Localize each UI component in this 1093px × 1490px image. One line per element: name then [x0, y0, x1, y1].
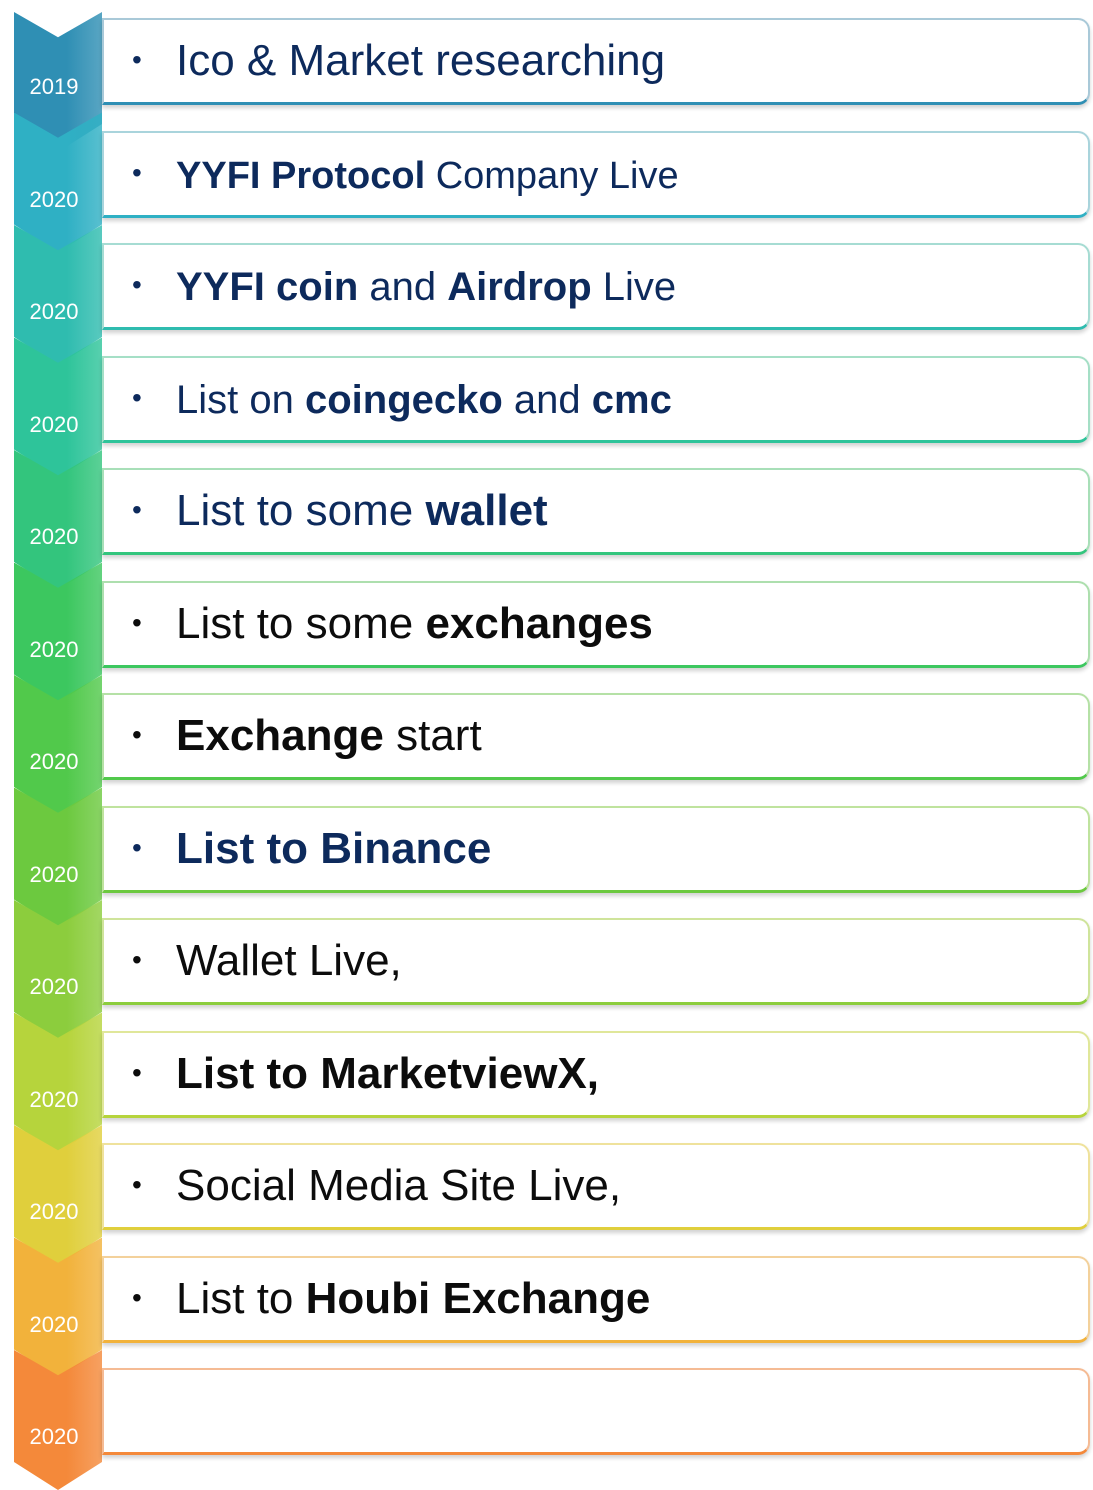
year-label: 2020: [29, 749, 79, 774]
milestone-card: • List to some wallet: [102, 468, 1090, 555]
milestone-text-segment: and: [502, 377, 592, 422]
timeline-step: • Social Media Site Live, 2020: [0, 1125, 1093, 1265]
milestone-text-segment: start: [383, 711, 482, 760]
bullet-icon: •: [132, 156, 142, 188]
milestone-text-segment: Company Live: [425, 154, 679, 197]
milestone-text-segment: List to: [176, 1273, 306, 1323]
year-label: 2020: [29, 1199, 79, 1224]
chevron-arrow: [14, 1125, 102, 1265]
bullet-icon: •: [132, 719, 142, 750]
milestone-card: • YYFI coin and Airdrop Live: [102, 243, 1090, 330]
milestone-card: • YYFI Protocol Company Live: [102, 130, 1090, 218]
timeline-step: • List to Binance 2020: [0, 787, 1093, 928]
milestone-text-bold: Exchange: [176, 711, 384, 760]
bullet-icon: •: [132, 1056, 142, 1088]
milestone-card: • Exchange start: [102, 693, 1090, 780]
bullet-icon: •: [132, 381, 142, 413]
milestone-text: • YYFI Protocol Company Live: [132, 149, 679, 200]
milestone-text-bold: List to MarketviewX,: [176, 1048, 600, 1098]
milestone-text-segment: Wallet Live,: [176, 936, 402, 985]
roadmap-timeline: • Ico & Market researching 2019 • YYFI Proto…: [0, 0, 1093, 1490]
milestone-text-bold: Airdrop: [447, 265, 592, 309]
bullet-icon: •: [132, 944, 142, 975]
milestone-text: • Wallet Live,: [132, 936, 402, 985]
milestone-text-bold: exchanges: [425, 598, 653, 648]
milestone-card: • List to Houbi Exchange: [102, 1255, 1090, 1343]
milestone-text-bold: cmc: [591, 377, 672, 422]
milestone-card: • List to Binance: [102, 805, 1090, 893]
milestone-text: • List to some wallet: [132, 486, 548, 535]
milestone-text: • List to Binance: [132, 824, 491, 873]
timeline-step: • List to some wallet 2020: [0, 450, 1093, 590]
milestone-text: • List to some exchanges: [132, 599, 653, 648]
year-label: 2020: [29, 299, 79, 324]
year-label: 2020: [29, 186, 79, 212]
chevron-arrow: [14, 450, 102, 590]
timeline-step: • List to Houbi Exchange 2020: [0, 1237, 1093, 1378]
milestone-text-bold: YYFI Protocol: [176, 154, 426, 197]
bullet-icon: •: [132, 269, 142, 300]
milestone-card: • Social Media Site Live,: [102, 1143, 1090, 1230]
bullet-icon: •: [132, 606, 142, 638]
year-label: 2020: [29, 1086, 79, 1112]
chevron-arrow: [14, 787, 102, 928]
milestone-text-bold: Houbi Exchange: [305, 1273, 651, 1323]
milestone-text-bold: List to Binance: [176, 823, 492, 873]
milestone-text-bold: YYFI coin: [176, 265, 359, 309]
milestone-card: • Ico & Market researching: [102, 18, 1090, 105]
milestone-text: • Ico & Market researching: [132, 36, 665, 85]
milestone-text-segment: and: [358, 265, 448, 309]
chevron-arrow: [14, 1237, 102, 1378]
year-label: 2020: [29, 861, 79, 887]
timeline-step: • Exchange start 2020: [0, 675, 1093, 815]
bullet-icon: •: [132, 831, 142, 863]
chevron-arrow: [14, 225, 102, 365]
milestone-text: • Exchange start: [132, 711, 482, 760]
year-label: 2020: [29, 974, 79, 999]
milestone-text: • YYFI coin and Airdrop Live: [132, 261, 676, 311]
milestone-text-segment: Ico & Market researching: [176, 36, 666, 85]
milestone-text: • List to MarketviewX,: [132, 1049, 599, 1098]
year-label: 2019: [29, 74, 79, 99]
milestone-text-segment: Live: [591, 265, 677, 309]
timeline-step: • YYFI coin and Airdrop Live 2020: [0, 225, 1093, 365]
timeline-step: • Wallet Live, 2020: [0, 900, 1093, 1040]
milestone-text-segment: Social Media Site Live,: [176, 1161, 622, 1210]
timeline-step: • List to MarketviewX, 2020: [0, 1012, 1093, 1153]
milestone-text-bold: wallet: [425, 486, 548, 535]
timeline-step: • List to some exchanges 2020: [0, 562, 1093, 703]
bullet-icon: •: [132, 1281, 142, 1313]
milestone-card: • List to MarketviewX,: [102, 1030, 1090, 1118]
milestone-text-segment: List on: [176, 377, 305, 422]
chevron-arrow: [14, 1350, 102, 1490]
chevron-arrow: [14, 112, 102, 253]
milestone-text-segment: List to some: [176, 486, 426, 535]
milestone-card: [102, 1368, 1090, 1455]
milestone-text-bold: coingecko: [304, 377, 503, 422]
year-label: 2020: [29, 524, 79, 549]
year-label: 2020: [29, 411, 79, 437]
chevron-arrow: [14, 900, 102, 1040]
year-label: 2020: [29, 1311, 79, 1337]
year-label: 2020: [29, 1424, 79, 1449]
timeline-step: • Ico & Market researching 2019: [0, 12, 1093, 152]
milestone-text: • List to Houbi Exchange: [132, 1274, 650, 1323]
bullet-icon: •: [132, 494, 142, 525]
milestone-text-segment: List to some: [176, 598, 426, 648]
bullet-icon: •: [132, 44, 142, 75]
milestone-card: • List on coingecko and cmc: [102, 355, 1090, 443]
timeline-step: • List on coingecko and cmc 2020: [0, 337, 1093, 478]
chevron-arrow: [14, 1012, 102, 1153]
chevron-arrow: [14, 562, 102, 703]
year-label: 2020: [29, 636, 79, 662]
milestone-text: • List on coingecko and cmc: [132, 374, 672, 424]
milestone-card: • List to some exchanges: [102, 580, 1090, 668]
milestone-card: • Wallet Live,: [102, 918, 1090, 1005]
bullet-icon: •: [132, 1169, 142, 1200]
timeline-step: 2020: [0, 1350, 1093, 1490]
chevron-arrow: [14, 675, 102, 815]
chevron-arrow: [14, 337, 102, 478]
milestone-text: • Social Media Site Live,: [132, 1161, 621, 1210]
timeline-step: • YYFI Protocol Company Live 2020: [0, 112, 1093, 253]
